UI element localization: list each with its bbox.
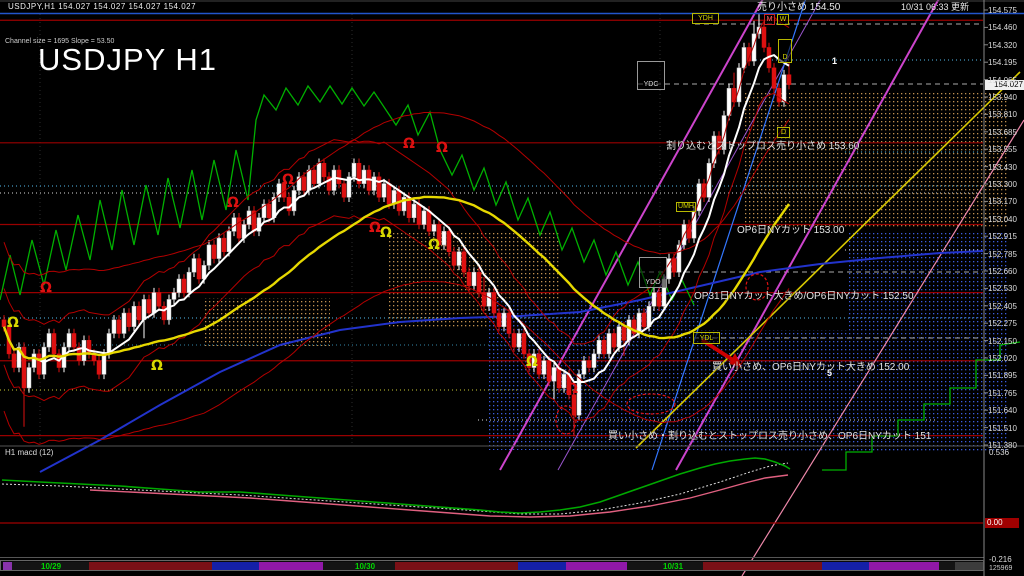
price-axis-label: 152.530 [988,284,1017,293]
price-axis-label: 153.300 [988,180,1017,189]
price-axis-label: 154.575 [988,6,1017,15]
omega-marker: Ω [227,195,239,211]
price-axis-label: 151.640 [988,406,1017,415]
trade-note-annotation: 買い小さめ、OP6日NYカット大きめ 152.00 [712,358,909,373]
session-segment [89,562,212,570]
price-axis-label: 154.195 [988,58,1017,67]
omega-marker: Ω [40,280,52,296]
price-axis-label: 153.940 [988,93,1017,102]
session-segment [955,562,983,570]
level-marker-box-umh: UMH [676,202,696,212]
session-segment [518,562,566,570]
last-update-time: 10/31 06:33 更新 [901,3,969,12]
session-segment [3,562,12,570]
session-segment [703,562,822,570]
omega-marker: Ω [526,354,538,370]
level-marker-box-ydc: YDC [637,61,665,90]
price-axis-label: 151.380 [988,441,1017,450]
price-axis-label: 151.510 [988,424,1017,433]
timeline-date-label: 10/31 [663,562,683,571]
price-axis-label: 152.020 [988,354,1017,363]
price-axis-label: 152.785 [988,250,1017,259]
timeline-date-label: 10/29 [41,562,61,571]
price-axis-label: 151.765 [988,389,1017,398]
level-marker-box-d: D [778,39,792,63]
omega-marker: Ω [380,225,392,241]
price-axis-label: 152.150 [988,337,1017,346]
trade-note-annotation: 買い小さめ・割り込むとストップロス売り小さめ、OP6日NYカット 151 [608,427,931,442]
session-segment [259,562,323,570]
omega-marker: Ω [403,136,415,152]
price-axis-label: 153.040 [988,215,1017,224]
session-segment [395,562,518,570]
price-axis-label: 153.685 [988,128,1017,137]
timeline-date-label: 10/30 [355,562,375,571]
macd-zero-tag: 0.00 [985,518,1019,528]
price-axis-label: 154.460 [988,23,1017,32]
session-segment [566,562,627,570]
price-axis-label: 152.405 [988,302,1017,311]
level-marker-box-m: M [764,14,775,25]
price-axis-label: 153.555 [988,145,1017,154]
price-axis-label: 152.275 [988,319,1017,328]
level-marker-box-w: W [777,14,789,25]
session-segment [869,562,939,570]
omega-marker: Ω [566,381,578,397]
session-segment [212,562,259,570]
session-timeline-bar: 10/29 10/30 10/31 [0,560,984,571]
price-axis-label: 152.660 [988,267,1017,276]
indicator-label: H1 macd (12) [5,449,53,457]
macd-scale-bottom: -0.216 [989,556,1012,564]
wave-count-digit: 1 [832,56,837,66]
omega-marker: Ω [151,358,163,374]
trade-note-annotation: 割り込むとストップロス売り小さめ 153.60 [666,137,859,152]
omega-marker: Ω [428,237,440,253]
level-marker-box-ydo: YDO [639,257,667,288]
session-segment [822,562,869,570]
price-axis-label: 152.915 [988,232,1017,241]
session-segment [939,562,955,570]
trading-terminal-window: ΩΩΩΩΩΩΩΩΩΩΩΩ USDJPY,H1 154.027 154.027 1… [0,0,1024,576]
price-axis-label: 154.320 [988,41,1017,50]
omega-marker: Ω [7,315,19,331]
omega-marker: Ω [282,172,294,188]
level-marker-box-d: D [777,127,790,138]
symbol-ohlc-readout: USDJPY,H1 154.027 154.027 154.027 154.02… [8,3,196,11]
macd-scale-top: 0.536 [989,449,1009,457]
trade-note-annotation: OP6日NYカット 153.00 [737,221,844,236]
price-axis-label: 151.895 [988,371,1017,380]
trade-note-annotation: OP31日NYカット大きめ/OP6日NYカット 152.50 [694,287,914,302]
level-marker-box-ydl: YDL [693,332,720,344]
level-marker-box-ydh: YDH [692,13,719,24]
price-axis-label: 153.170 [988,197,1017,206]
chart-title: USDJPY H1 [38,44,217,75]
wave-count-digit: 5 [827,368,832,378]
price-axis-label: 153.430 [988,163,1017,172]
macd-bottom-right-value: 125969 [989,565,1012,572]
price-axis-label: 154.065 [988,76,1017,85]
price-axis-label: 153.810 [988,110,1017,119]
omega-marker: Ω [436,140,448,156]
top-level-note: 売り小さめ 154.50 [757,3,840,13]
